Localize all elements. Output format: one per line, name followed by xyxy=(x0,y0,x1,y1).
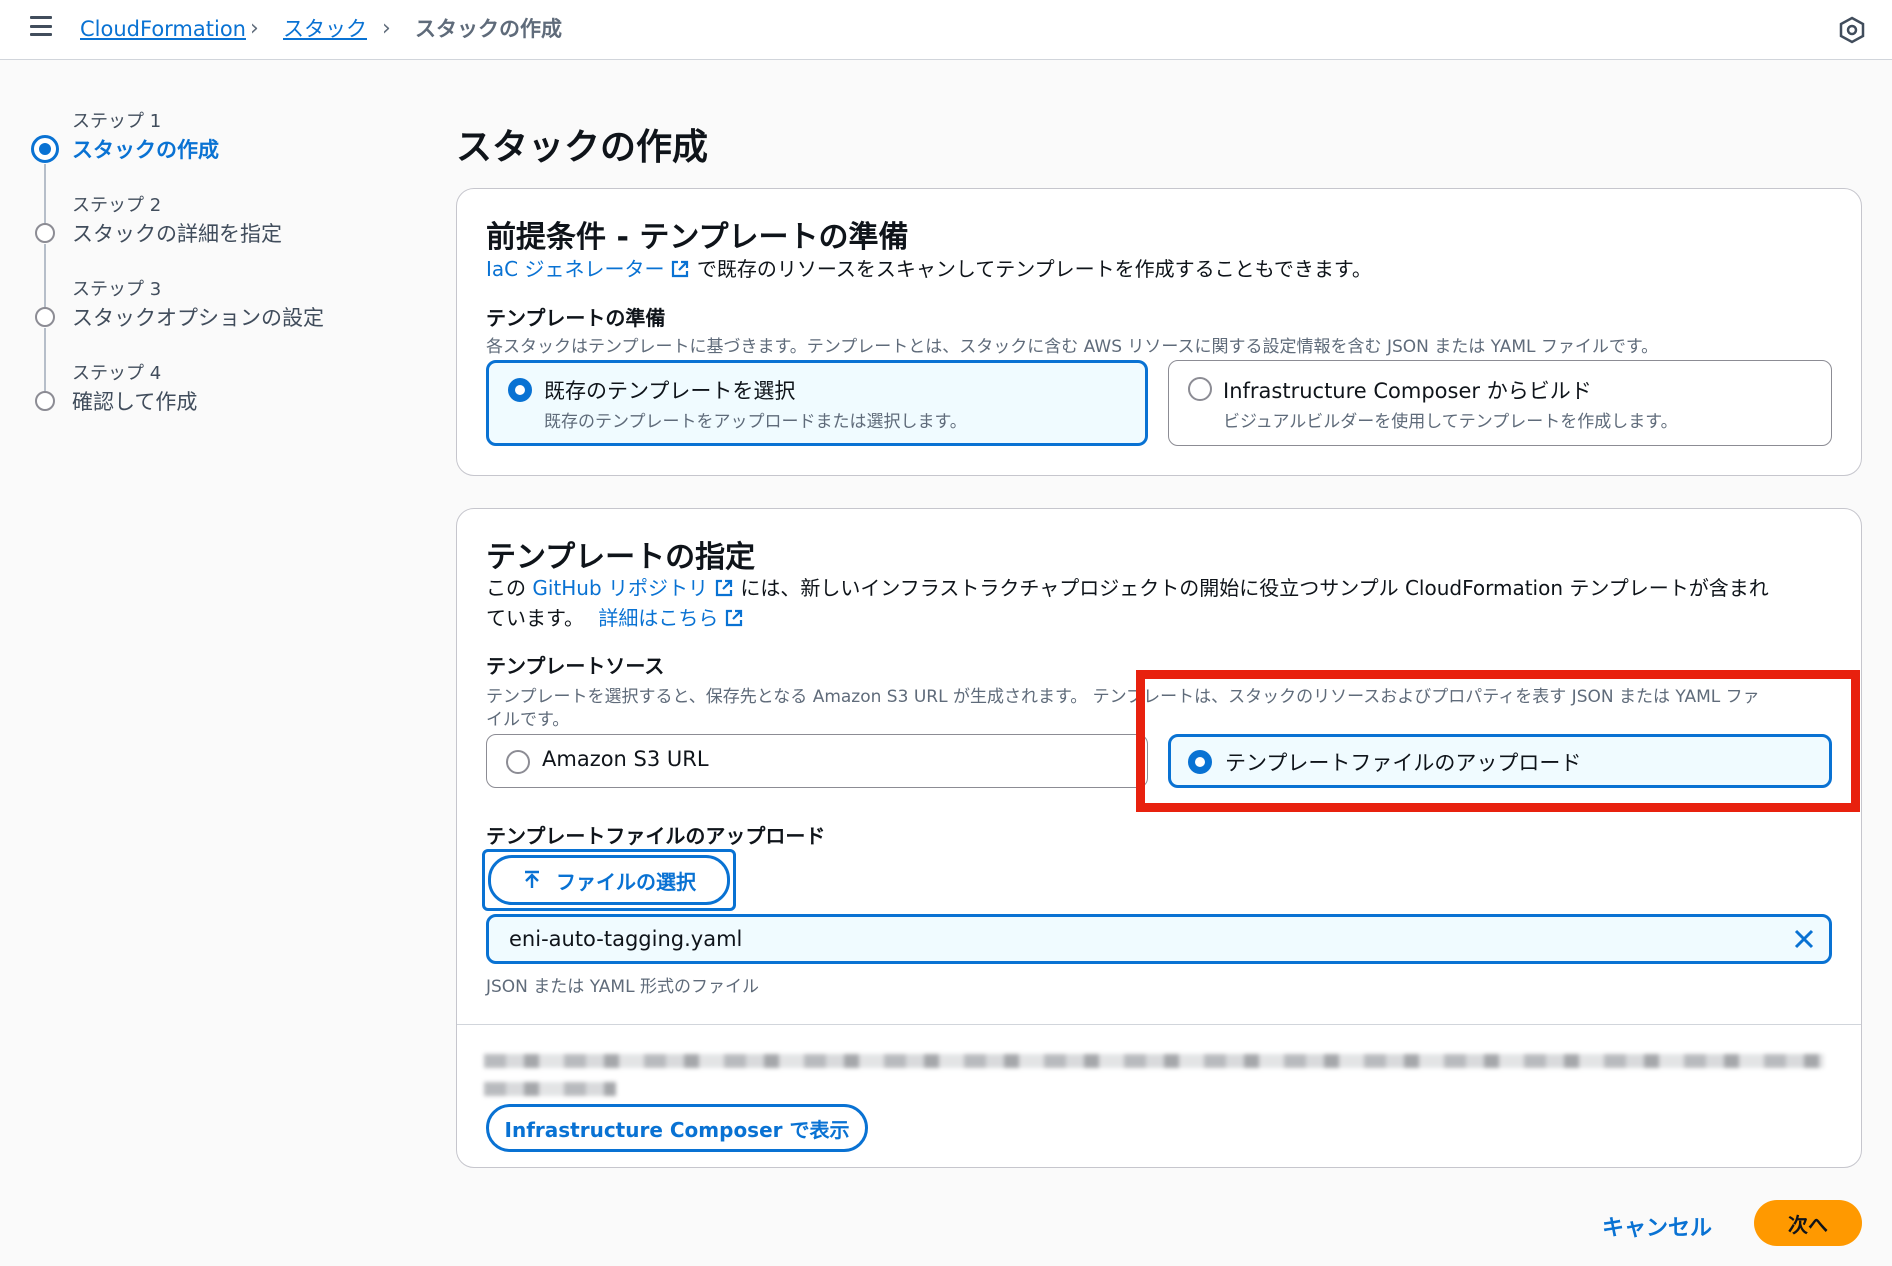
redacted-text xyxy=(484,1054,1824,1068)
breadcrumb-cloudformation[interactable]: CloudFormation xyxy=(80,15,246,43)
radio-unselected[interactable] xyxy=(506,750,530,774)
step-connector xyxy=(44,328,46,394)
step-3-label: スタックオプションの設定 xyxy=(72,306,324,330)
top-navigation-bar: CloudFormation › スタック › スタックの作成 xyxy=(0,0,1892,60)
external-link-icon[interactable] xyxy=(670,259,690,279)
page-title: スタックの作成 xyxy=(456,127,709,168)
choose-file-button[interactable]: ファイルの選択 xyxy=(488,855,730,905)
annotation-highlight-box xyxy=(1136,670,1860,812)
option-infrastructure-composer-desc: ビジュアルビルダーを使用してテンプレートを作成します。 xyxy=(1223,412,1678,432)
radio-selected[interactable] xyxy=(508,378,532,402)
external-link-icon[interactable] xyxy=(724,608,744,628)
step-3-number: ステップ 3 xyxy=(72,279,162,300)
option-infrastructure-composer-title: Infrastructure Composer からビルド xyxy=(1223,379,1592,403)
step-1-indicator xyxy=(31,135,59,163)
external-link-icon[interactable] xyxy=(714,578,734,598)
template-spec-description-line2: ています。 詳細はこちら xyxy=(486,602,744,631)
step-connector xyxy=(44,244,46,310)
step-2-indicator xyxy=(35,223,55,243)
template-spec-description: この GitHub リポジトリ には、新しいインフラストラクチャプロジェクトの開… xyxy=(486,572,1769,601)
step-2-label: スタックの詳細を指定 xyxy=(72,222,282,246)
source-amazon-s3-url[interactable]: Amazon S3 URL xyxy=(486,734,1148,788)
text: ています。 xyxy=(486,606,584,630)
template-spec-title: テンプレートの指定 xyxy=(486,540,756,575)
prepare-template-label: テンプレートの準備 xyxy=(486,306,666,330)
prerequisite-title: 前提条件 - テンプレートの準備 xyxy=(486,220,909,255)
option-existing-template-title: 既存のテンプレートを選択 xyxy=(544,379,796,403)
learn-more-link[interactable]: 詳細はこちら xyxy=(598,606,718,630)
close-icon[interactable] xyxy=(1791,926,1817,952)
iac-generator-text: IaC ジェネレーター で既存のリソースをスキャンしてテンプレートを作成すること… xyxy=(486,253,1372,282)
breadcrumb-current: スタックの作成 xyxy=(415,17,562,41)
next-button[interactable]: 次へ xyxy=(1754,1200,1862,1246)
file-format-hint: JSON または YAML 形式のファイル xyxy=(486,977,759,997)
text: には、新しいインフラストラクチャプロジェクトの開始に役立つサンプル CloudF… xyxy=(740,576,1769,600)
step-3-indicator xyxy=(35,307,55,327)
settings-hexagon-icon[interactable] xyxy=(1838,16,1866,44)
cancel-button[interactable]: キャンセル xyxy=(1602,1210,1712,1242)
chevron-right-icon: › xyxy=(250,16,259,41)
redacted-text xyxy=(484,1082,616,1096)
step-4-indicator xyxy=(35,391,55,411)
selected-file-name: eni-auto-tagging.yaml xyxy=(509,927,743,951)
step-4-number: ステップ 4 xyxy=(72,363,162,384)
text: この xyxy=(486,576,526,600)
chevron-right-icon: › xyxy=(382,16,391,41)
step-connector xyxy=(44,164,46,228)
option-existing-template-desc: 既存のテンプレートをアップロードまたは選択します。 xyxy=(544,412,967,432)
option-infrastructure-composer[interactable]: Infrastructure Composer からビルド ビジュアルビルダーを… xyxy=(1168,360,1832,446)
template-source-description-cont: イルです。 xyxy=(486,710,570,730)
template-source-label: テンプレートソース xyxy=(486,654,665,678)
view-in-infrastructure-composer-button[interactable]: Infrastructure Composer で表示 xyxy=(486,1104,868,1152)
iac-generator-link[interactable]: IaC ジェネレーター xyxy=(486,257,664,281)
step-4-label: 確認して作成 xyxy=(72,390,198,414)
upload-arrow-icon xyxy=(525,870,539,888)
option-existing-template[interactable]: 既存のテンプレートを選択 既存のテンプレートをアップロードまたは選択します。 xyxy=(486,360,1148,446)
upload-template-label: テンプレートファイルのアップロード xyxy=(486,824,826,848)
section-divider xyxy=(457,1024,1861,1025)
prepare-template-description: 各スタックはテンプレートに基づきます。テンプレートとは、スタックに含む AWS … xyxy=(486,337,1659,357)
iac-generator-description: で既存のリソースをスキャンしてテンプレートを作成することもできます。 xyxy=(696,257,1372,281)
step-2-number: ステップ 2 xyxy=(72,195,162,216)
radio-unselected[interactable] xyxy=(1188,377,1212,401)
source-amazon-s3-url-label: Amazon S3 URL xyxy=(542,747,709,771)
choose-file-label: ファイルの選択 xyxy=(556,869,696,894)
step-1-label[interactable]: スタックの作成 xyxy=(72,134,219,164)
breadcrumb-stacks[interactable]: スタック xyxy=(283,15,367,43)
selected-file-field[interactable]: eni-auto-tagging.yaml xyxy=(486,914,1832,964)
hamburger-menu-icon[interactable] xyxy=(30,16,52,36)
github-repository-link[interactable]: GitHub リポジトリ xyxy=(532,576,708,600)
step-1-number: ステップ 1 xyxy=(72,111,162,132)
